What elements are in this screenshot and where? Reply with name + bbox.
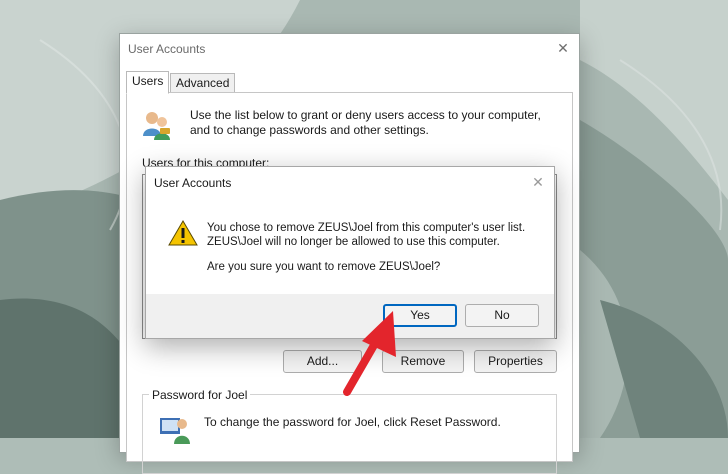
properties-button[interactable]: Properties [474,350,557,373]
window-titlebar: User Accounts ✕ [120,34,579,64]
yes-button[interactable]: Yes [383,304,457,327]
no-button[interactable]: No [465,304,539,327]
remove-user-button[interactable]: Remove [382,350,464,373]
password-instructions: To change the password for Joel, click R… [204,415,501,429]
users-tab-description: Use the list below to grant or deny user… [190,108,570,138]
password-user-icon [160,418,190,444]
dialog-message-line-1: You chose to remove ZEUS\Joel from this … [207,222,526,234]
window-title: User Accounts [128,42,206,56]
dialog-question: Are you sure you want to remove ZEUS\Joe… [207,261,441,273]
password-group-legend: Password for Joel [149,388,251,402]
close-icon[interactable]: ✕ [528,172,548,192]
add-user-button[interactable]: Add... [283,350,362,373]
dialog-message: You chose to remove ZEUS\Joel from this … [207,221,542,249]
password-groupbox [142,394,557,474]
dialog-footer: Yes No [146,294,554,338]
dialog-message-line-2: ZEUS\Joel will no longer be allowed to u… [207,236,500,248]
close-icon[interactable]: ✕ [553,38,573,58]
tab-advanced[interactable]: Advanced [170,73,236,93]
users-icon [143,112,170,140]
warning-icon [168,220,198,246]
description-line-2: and to change passwords and other settin… [190,123,429,137]
dialog-title: User Accounts [154,176,232,190]
remove-user-dialog: User Accounts ✕ You chose to remove ZEUS… [145,166,555,339]
description-line-1: Use the list below to grant or deny user… [190,108,541,122]
tab-users[interactable]: Users [126,71,170,94]
